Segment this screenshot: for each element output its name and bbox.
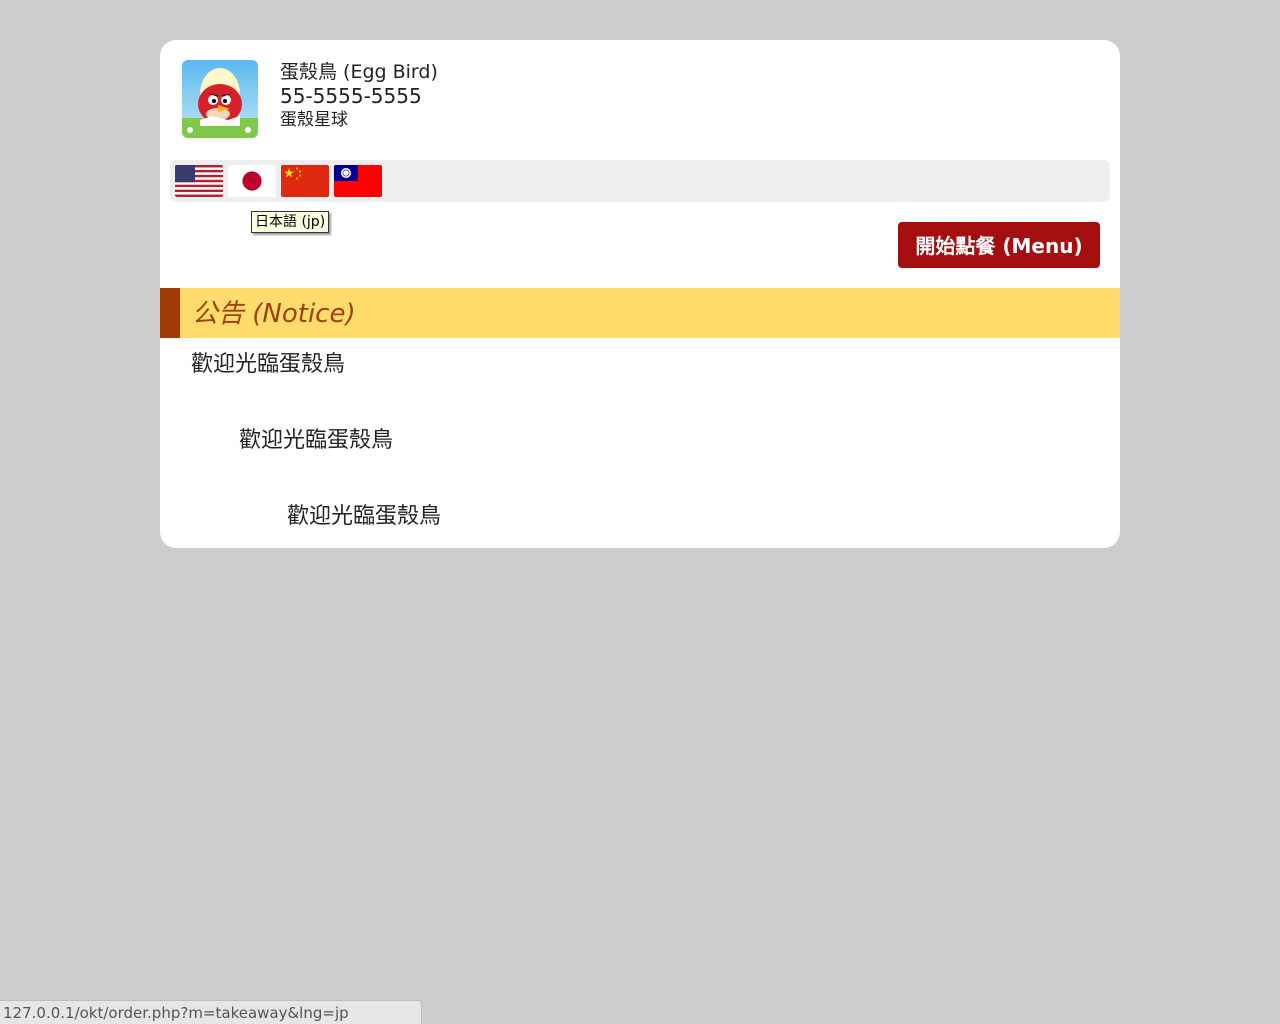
japan-flag-icon[interactable] xyxy=(228,165,276,197)
restaurant-info: 蛋殼鳥 (Egg Bird) 55-5555-5555 蛋殼星球 xyxy=(280,60,438,132)
restaurant-logo xyxy=(182,60,258,138)
us-flag-icon[interactable] xyxy=(175,165,223,197)
start-order-menu-button[interactable]: 開始點餐 (Menu) xyxy=(898,222,1100,268)
restaurant-name: 蛋殼鳥 (Egg Bird) xyxy=(280,61,438,83)
taiwan-flag-icon[interactable] xyxy=(334,165,382,197)
browser-status-url: 127.0.0.1/okt/order.php?m=takeaway&lng=j… xyxy=(0,1000,422,1024)
china-flag-icon[interactable] xyxy=(281,165,329,197)
restaurant-phone: 55-5555-5555 xyxy=(280,84,422,108)
notice-line-1: 歡迎光臨蛋殼鳥 xyxy=(191,352,346,377)
notice-line-2: 歡迎光臨蛋殼鳥 xyxy=(239,428,394,453)
restaurant-address: 蛋殼星球 xyxy=(280,110,348,130)
notice-title: 公告 (Notice) xyxy=(192,299,356,329)
language-tooltip: 日本語 (jp) xyxy=(251,211,330,233)
language-bar xyxy=(170,160,1110,202)
notice-header: 公告 (Notice) xyxy=(160,288,1120,338)
main-card: 蛋殼鳥 (Egg Bird) 55-5555-5555 蛋殼星球 日本語 (jp… xyxy=(160,40,1120,548)
notice-line-3: 歡迎光臨蛋殼鳥 xyxy=(287,504,442,529)
notice-accent-bar xyxy=(160,288,180,338)
